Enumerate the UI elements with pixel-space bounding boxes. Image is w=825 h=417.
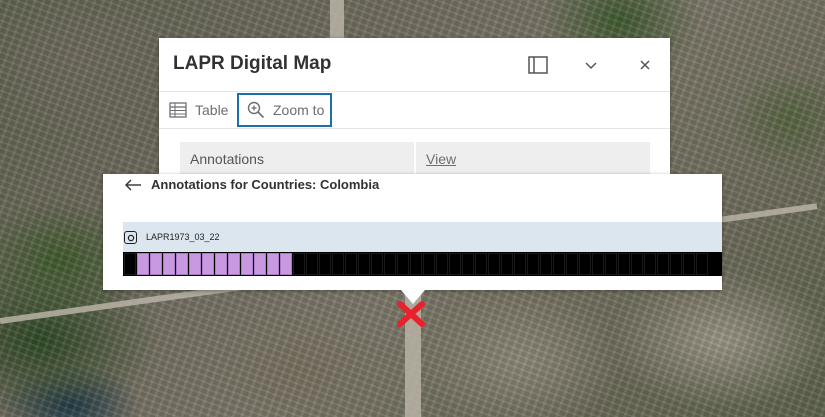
chevron-down-icon (585, 62, 597, 70)
zoom-to-label: Zoom to (273, 102, 325, 118)
annotation-frame[interactable] (293, 253, 305, 275)
annotation-frame-active[interactable] (215, 253, 227, 275)
annotation-frame[interactable] (592, 253, 604, 275)
annotation-frame[interactable] (319, 253, 331, 275)
annotation-frame[interactable] (345, 253, 357, 275)
annotation-frame[interactable] (631, 253, 643, 275)
annotation-frame-active[interactable] (254, 253, 266, 275)
annotation-frame[interactable] (358, 253, 370, 275)
annotation-frame[interactable] (618, 253, 630, 275)
annotation-frame[interactable] (475, 253, 487, 275)
annotation-frame-active[interactable] (163, 253, 175, 275)
annotation-frame[interactable] (384, 253, 396, 275)
annotation-frame[interactable] (332, 253, 344, 275)
annotation-frame[interactable] (488, 253, 500, 275)
annotation-frame[interactable] (436, 253, 448, 275)
annotation-frame[interactable] (527, 253, 539, 275)
table-icon (169, 102, 187, 118)
dock-button[interactable] (523, 50, 553, 80)
collapse-button[interactable] (576, 50, 606, 80)
back-button[interactable] (121, 176, 145, 194)
annotation-frame-active[interactable] (150, 253, 162, 275)
dock-icon (528, 56, 548, 74)
annotation-frame-active[interactable] (176, 253, 188, 275)
annotation-frame-active[interactable] (189, 253, 201, 275)
table-button-label: Table (195, 102, 229, 118)
annotation-frame[interactable] (553, 253, 565, 275)
view-annotations-link[interactable]: View (426, 151, 456, 167)
annotation-frame[interactable] (423, 253, 435, 275)
annotation-frame[interactable] (670, 253, 682, 275)
popup-title: LAPR Digital Map (173, 53, 332, 74)
map-road (330, 0, 344, 38)
annotation-frame[interactable] (579, 253, 591, 275)
annotation-frame-active[interactable] (280, 253, 292, 275)
annotation-frame[interactable] (371, 253, 383, 275)
frame-strip[interactable] (123, 252, 722, 276)
annotation-frame[interactable] (449, 253, 461, 275)
annotation-frame[interactable] (306, 253, 318, 275)
annotation-frame-active[interactable] (137, 253, 149, 275)
arrow-left-icon (125, 179, 141, 191)
annotation-frame[interactable] (514, 253, 526, 275)
annotation-frame-active[interactable] (202, 253, 214, 275)
annotation-frame[interactable] (540, 253, 552, 275)
annotation-frame[interactable] (397, 253, 409, 275)
annotation-frame[interactable] (462, 253, 474, 275)
annotation-frame[interactable] (410, 253, 422, 275)
header-divider (159, 91, 670, 92)
annotation-frame[interactable] (566, 253, 578, 275)
attribute-divider (414, 142, 416, 174)
toolbar-divider (159, 128, 670, 129)
map-popup: LAPR Digital Map Table Zoom to Annotatio… (159, 38, 670, 174)
annotation-frame[interactable] (124, 253, 136, 275)
location-marker-icon[interactable] (396, 301, 426, 327)
image-id: LAPR1973_03_22 (146, 232, 220, 242)
close-icon (640, 60, 650, 70)
annotation-frame[interactable] (644, 253, 656, 275)
zoom-to-button[interactable]: Zoom to (237, 93, 332, 127)
annotation-frame-active[interactable] (241, 253, 253, 275)
close-button[interactable] (630, 50, 660, 80)
zoom-in-icon (247, 101, 265, 119)
annotation-frame[interactable] (683, 253, 695, 275)
table-button[interactable]: Table (159, 93, 235, 127)
film-strip: LAPR1973_03_22 (123, 222, 722, 276)
annotations-title: Annotations for Countries: Colombia (151, 177, 380, 192)
attribute-row: Annotations View (180, 142, 650, 174)
annotation-frame-active[interactable] (228, 253, 240, 275)
annotation-frame[interactable] (696, 253, 708, 275)
attribute-key: Annotations (190, 151, 264, 167)
annotation-frame[interactable] (605, 253, 617, 275)
annotation-frame[interactable] (657, 253, 669, 275)
annotation-frame[interactable] (501, 253, 513, 275)
annotations-panel: Annotations for Countries: Colombia LAPR… (103, 174, 722, 290)
film-icon (124, 231, 137, 244)
annotation-frame-active[interactable] (267, 253, 279, 275)
